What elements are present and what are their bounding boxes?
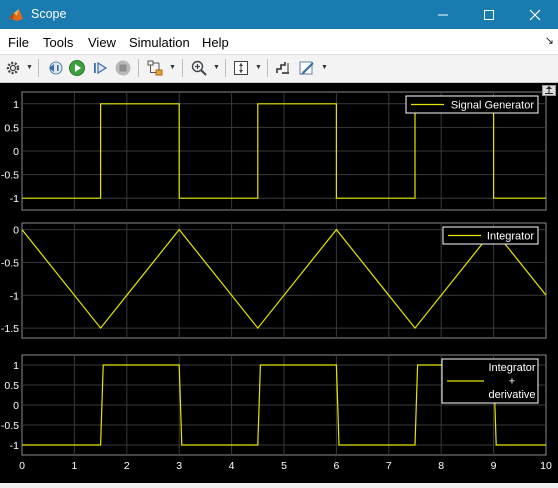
legend-label: + [509,376,515,388]
run-button[interactable] [67,57,87,79]
scope-plots[interactable]: 1 0.5 0 -0.5 -1 Signal Generator 0 -0.5 -1 -1.5 In… [0,83,558,483]
toolbar-separator [182,59,183,77]
step-forward-button[interactable] [90,57,110,79]
highlight-block-icon [147,60,163,76]
zoom-button[interactable] [189,57,209,79]
legend-label: derivative [488,389,535,401]
y-tick-label: 0 [13,400,19,412]
zoom-dropdown-icon[interactable]: ▼ [213,64,220,71]
toolbar-separator [138,59,139,77]
toolbar-separator [225,59,226,77]
y-tick-label: -1 [10,440,19,452]
x-tick-label: 10 [540,460,552,472]
style-brush-icon [299,61,314,75]
step-back-icon [49,61,63,75]
x-tick-label: 2 [124,460,130,472]
x-tick-label: 9 [491,460,497,472]
y-tick-label: 1 [13,360,19,372]
cursor-measurement-icon [276,62,289,74]
settings-dropdown-icon[interactable]: ▼ [26,64,33,71]
toolbar: ▼ ▼ ▼ ▼ ▼ [0,55,558,83]
x-tick-label: 3 [176,460,182,472]
y-tick-label: -0.5 [1,257,19,269]
close-icon [529,9,541,20]
y-tick-label: 1 [13,99,19,111]
minimize-icon [438,14,448,15]
y-tick-label: 0.5 [4,380,19,392]
menu-dock-arrow-icon[interactable]: ↘ [545,34,554,47]
style-brush-button[interactable] [297,57,317,79]
menu-bar: File Tools View Simulation Help ↘ [0,29,558,55]
scale-dropdown-icon[interactable]: ▼ [255,64,262,71]
x-tick-label: 4 [229,460,235,472]
y-tick-label: -0.5 [1,170,19,182]
menu-help[interactable]: Help [202,35,229,50]
settings-gear-icon [6,61,20,75]
x-tick-label: 1 [71,460,77,472]
y-tick-label: 0.5 [4,122,19,134]
y-tick-label: -0.5 [1,420,19,432]
highlight-block-button[interactable] [145,57,165,79]
minimize-button[interactable] [420,0,466,29]
step-forward-icon [94,61,108,75]
x-tick-label: 0 [19,460,25,472]
maximize-button[interactable] [466,0,512,29]
menu-simulation[interactable]: Simulation [129,35,190,50]
menu-file[interactable]: File [8,35,29,50]
menu-view[interactable]: View [88,35,116,50]
highlight-dropdown-icon[interactable]: ▼ [169,64,176,71]
undock-button[interactable] [542,85,556,96]
style-dropdown-icon[interactable]: ▼ [321,64,328,71]
legend-label: Integrator [487,231,534,243]
scale-axes-icon [234,61,248,75]
toolbar-separator [267,59,268,77]
scope-display[interactable]: 1 0.5 0 -0.5 -1 Signal Generator 0 -0.5 -1 -1.5 In… [0,83,558,483]
run-icon [69,60,85,76]
x-tick-label: 8 [438,460,444,472]
zoom-icon [191,60,207,76]
toolbar-separator [38,59,39,77]
close-button[interactable] [512,0,558,29]
x-tick-label: 6 [333,460,339,472]
legend-label: Signal Generator [451,100,534,112]
maximize-icon [484,9,494,20]
x-tick-label: 5 [281,460,287,472]
x-tick-label: 7 [386,460,392,472]
menu-tools[interactable]: Tools [43,35,73,50]
step-back-button[interactable] [45,57,65,79]
cursor-measurement-button[interactable] [273,57,293,79]
matlab-logo-icon [9,9,23,21]
title-bar[interactable]: Scope [0,0,558,29]
y-tick-label: -1.5 [1,323,19,335]
settings-gear-button[interactable] [4,57,22,79]
y-tick-label: 0 [13,225,19,237]
scale-axes-button[interactable] [231,57,251,79]
y-tick-label: -1 [10,193,19,205]
legend-label: Integrator [488,362,535,374]
y-tick-label: 0 [13,146,19,158]
y-tick-label: -1 [10,290,19,302]
undock-icon [545,86,553,94]
window-title: Scope [31,7,67,21]
stop-button[interactable] [113,57,133,79]
stop-icon [115,60,131,76]
